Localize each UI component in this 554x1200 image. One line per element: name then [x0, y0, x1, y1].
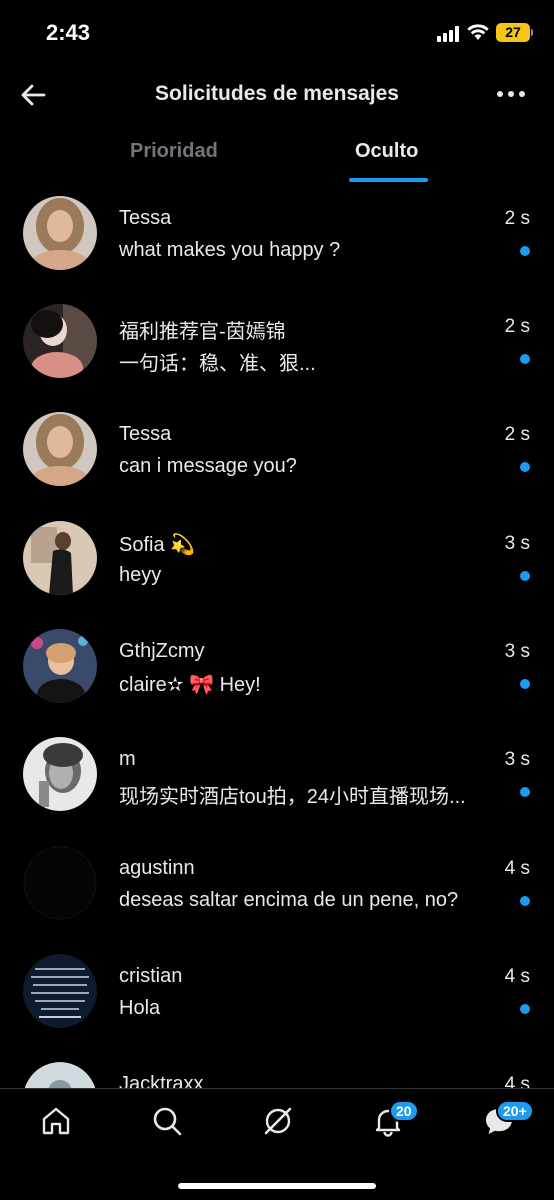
avatar — [23, 954, 97, 1028]
tab-prioridad[interactable]: Prioridad — [130, 140, 218, 163]
cellular-signal-icon — [437, 26, 461, 42]
message-request-row[interactable]: cristian Hola 4 s — [0, 942, 554, 1050]
sender-name: GthjZcmy — [119, 640, 205, 662]
unread-dot — [520, 679, 530, 689]
home-icon[interactable] — [40, 1105, 72, 1137]
unread-dot — [520, 787, 530, 797]
timestamp: 2 s — [504, 208, 530, 229]
timestamp: 3 s — [504, 533, 530, 554]
unread-dot — [520, 896, 530, 906]
home-indicator — [178, 1183, 376, 1189]
sender-name: Jacktraxx — [119, 1073, 204, 1088]
sender-name: 福利推荐官-茵嫣锦 — [119, 321, 286, 343]
message-request-row[interactable]: m 现场实时酒店tou拍，24小时直播现场... 3 s — [0, 725, 554, 833]
avatar — [23, 629, 97, 703]
message-request-row[interactable]: agustinn deseas saltar encima de un pene… — [0, 834, 554, 942]
battery-icon: 27 — [496, 23, 530, 42]
unread-dot — [520, 246, 530, 256]
message-request-row[interactable]: 福利推荐官-茵嫣锦 一句话：稳、准、狠... 2 s — [0, 292, 554, 400]
messages-badge: 20+ — [496, 1100, 534, 1122]
page-title: Solicitudes de mensajes — [155, 82, 399, 105]
timestamp: 4 s — [504, 966, 530, 987]
unread-dot — [520, 354, 530, 364]
tab-bar: Prioridad Oculto — [0, 124, 554, 184]
status-bar: 2:43 27 — [0, 0, 554, 64]
message-preview: 现场实时酒店tou拍，24小时直播现场... — [119, 786, 466, 808]
status-time: 2:43 — [46, 20, 91, 45]
sender-name: Sofia 💫 — [119, 534, 196, 556]
avatar — [23, 846, 97, 920]
battery-tip — [531, 29, 533, 36]
message-request-row[interactable]: Tessa can i message you? 2 s — [0, 400, 554, 508]
timestamp: 4 s — [504, 1074, 530, 1088]
message-request-row[interactable]: Jacktraxx 4 s — [0, 1050, 554, 1088]
avatar — [24, 1062, 96, 1088]
grok-icon[interactable] — [262, 1105, 294, 1137]
more-horizontal-icon[interactable] — [494, 84, 528, 104]
sender-name: cristian — [119, 965, 183, 987]
message-request-row[interactable]: Tessa what makes you happy ? 2 s — [0, 184, 554, 292]
timestamp: 3 s — [504, 641, 530, 662]
unread-dot — [520, 1004, 530, 1014]
timestamp: 2 s — [504, 316, 530, 337]
tab-oculto[interactable]: Oculto — [355, 140, 418, 163]
message-preview: deseas saltar encima de un pene, no? — [119, 889, 459, 911]
search-icon[interactable] — [151, 1105, 183, 1137]
sender-name: Tessa — [119, 423, 172, 445]
message-request-list: Tessa what makes you happy ? 2 s 福利推荐官-茵… — [0, 184, 554, 1088]
notifications-badge: 20 — [389, 1100, 419, 1122]
wifi-icon — [467, 24, 489, 40]
avatar — [23, 412, 97, 486]
message-request-row[interactable]: GthjZcmy claire✫ 🎀 Hey! 3 s — [0, 617, 554, 725]
avatar — [23, 521, 97, 595]
avatar — [23, 304, 97, 378]
sender-name: Tessa — [119, 207, 172, 229]
message-request-row[interactable]: Sofia 💫 heyy 3 s — [0, 509, 554, 617]
message-preview: can i message you? — [119, 455, 297, 477]
timestamp: 4 s — [504, 858, 530, 879]
timestamp: 2 s — [504, 424, 530, 445]
unread-dot — [520, 462, 530, 472]
message-preview: Hola — [119, 997, 161, 1019]
sender-name: agustinn — [119, 857, 195, 879]
unread-dot — [520, 571, 530, 581]
message-preview: 一句话：稳、准、狠... — [119, 353, 316, 375]
timestamp: 3 s — [504, 749, 530, 770]
message-preview: heyy — [119, 564, 162, 586]
avatar — [23, 196, 97, 270]
sender-name: m — [119, 748, 136, 770]
message-preview: claire✫ 🎀 Hey! — [119, 674, 261, 696]
header: Solicitudes de mensajes — [0, 64, 554, 124]
tab-selected-indicator — [349, 178, 428, 182]
avatar — [23, 737, 97, 811]
message-preview: what makes you happy ? — [119, 239, 341, 261]
